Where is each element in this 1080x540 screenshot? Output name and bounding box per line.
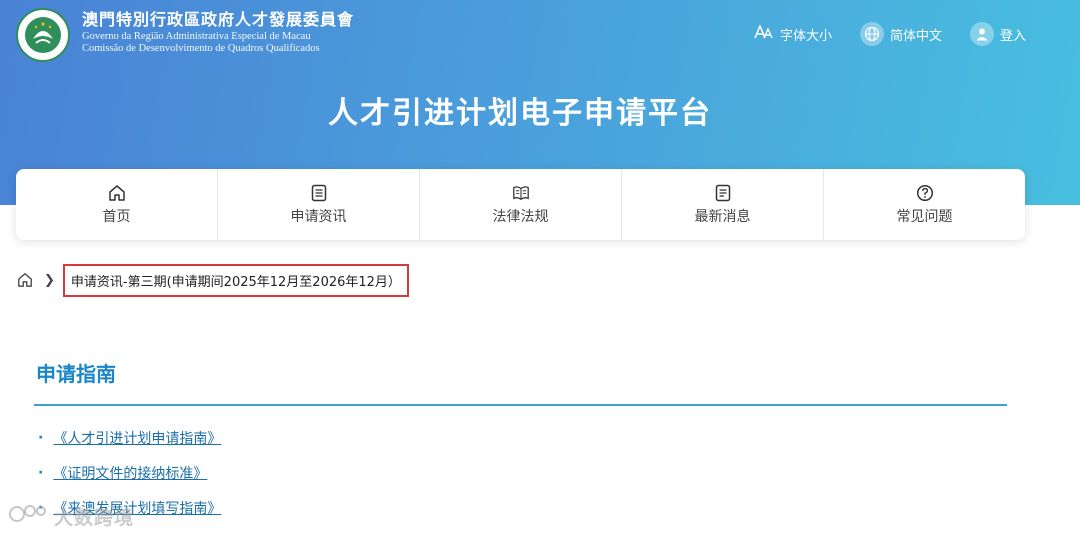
watermark: 大数跨境 [8,503,134,530]
section-divider [34,404,1007,406]
breadcrumb-current: 申请资讯-第三期(申请期间2025年12月至2026年12月） [62,263,409,297]
bullet-icon: · [38,464,44,481]
book-icon [512,184,530,202]
list-item: · 《人才引进计划申请指南》 [38,420,221,455]
font-size-label: 字体大小 [779,28,832,44]
guide-link-documents[interactable]: 《证明文件的接纳标准》 [53,463,207,483]
font-size-button[interactable]: 字体大小 [754,23,832,44]
question-icon [916,184,934,202]
top-actions: 字体大小 简体中文 登入 [754,22,1026,46]
nav-item-faq[interactable]: 常见问题 [824,169,1025,240]
nav-item-label: 常见问题 [896,208,953,225]
org-name: 澳門特別行政區政府人才發展委員會 Governo da Região Admin… [82,9,354,55]
user-icon [969,22,994,46]
bullet-icon: · [38,429,44,446]
watermark-text: 大数跨境 [54,507,135,529]
nav-item-home[interactable]: 首页 [16,169,218,240]
login-button[interactable]: 登入 [969,22,1026,46]
watermark-logo-icon [8,503,48,530]
platform-title: 人才引进计划电子申请平台 [328,96,712,131]
nav-item-label: 法律法规 [492,208,549,225]
breadcrumb: ❯ 申请资讯-第三期(申请期间2025年12月至2026年12月） [16,262,409,298]
macau-emblem-logo [16,8,70,62]
globe-icon [859,22,884,46]
org-name-zh: 澳門特別行政區政府人才發展委員會 [82,10,355,29]
login-label: 登入 [999,28,1026,44]
nav-item-label: 最新消息 [694,208,751,225]
nav-item-label: 首页 [102,208,131,225]
guide-link-application[interactable]: 《人才引进计划申请指南》 [53,428,221,448]
list-item: · 《证明文件的接纳标准》 [38,455,221,490]
main-nav: 首页 申请资讯 法律法规 最新消息 常见问题 [16,169,1025,240]
nav-item-laws[interactable]: 法律法规 [420,169,622,240]
chevron-right-icon: ❯ [44,272,55,288]
home-icon [108,184,126,202]
breadcrumb-home-icon[interactable] [16,271,34,289]
font-size-icon [754,23,774,43]
language-button[interactable]: 简体中文 [859,22,942,46]
org-name-pt-line1: Governo da Região Administrativa Especia… [82,31,311,42]
nav-item-application-info[interactable]: 申请资讯 [218,169,420,240]
nav-item-news[interactable]: 最新消息 [622,169,824,240]
document-icon [310,184,328,202]
nav-item-label: 申请资讯 [290,208,347,225]
org-name-pt-line2: Comissão de Desenvolvimento de Quadros Q… [82,43,320,54]
language-label: 简体中文 [889,28,942,44]
section-title: 申请指南 [36,362,116,386]
news-icon [714,184,732,202]
